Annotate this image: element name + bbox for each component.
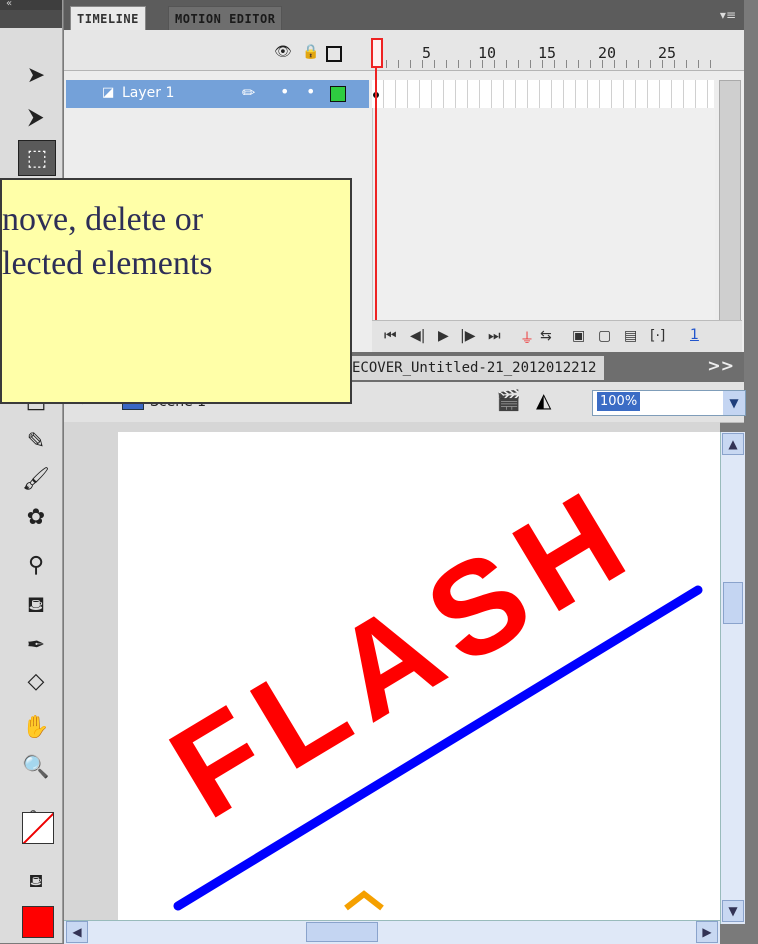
layer-row[interactable]: ◪ Layer 1 ✏ • • [66,80,369,108]
bone-tool-icon[interactable]: ⚲ [18,548,54,582]
outline-icon[interactable] [326,46,342,62]
more-tabs-button[interactable]: >> [707,356,734,375]
playhead-line [375,66,377,324]
frames-row[interactable] [372,80,714,109]
stage-artwork: FLASH [147,457,703,911]
layer-name[interactable]: Layer 1 [122,85,174,101]
stage-horizontal-scrollbar[interactable]: ◀ ▶ [64,920,720,944]
zoom-tool-icon[interactable]: 🔍 [18,750,54,784]
loop-icon[interactable]: ⇆ [540,328,552,344]
scroll-left-button[interactable]: ◀ [66,921,88,943]
layer-icon: ◪ [102,85,115,100]
panel-menu-icon[interactable]: ▾≡ [720,8,736,22]
selection-tool-icon[interactable]: ➤ [18,58,54,92]
zoom-select[interactable]: 100% ▼ [592,390,746,416]
prev-frame-icon[interactable]: ◀| [410,328,425,344]
zoom-value: 100% [597,392,641,411]
lock-icon[interactable]: 🔒 [302,44,319,60]
first-frame-icon[interactable]: ⏮ [384,328,397,344]
timeline-scrollbar[interactable] [719,80,741,334]
callout-line-2: lected elements [2,245,213,282]
hand-tool-icon[interactable]: ✋ [18,710,54,744]
tools-panel-bar [0,10,62,28]
edit-symbols-icon[interactable]: ◭ [536,388,551,412]
tab-timeline[interactable]: TIMELINE [70,6,146,31]
scroll-up-button[interactable]: ▲ [722,433,744,455]
play-icon[interactable]: ▶ [438,328,449,344]
chevron-down-icon[interactable]: ▼ [723,391,745,415]
last-frame-icon[interactable]: ⏭ [488,328,501,344]
tools-panel-header: « [0,0,62,10]
fill-bucket-icon: ⛾ [28,871,44,892]
eyedropper-tool-icon[interactable]: ✒ [18,628,54,662]
subselection-tool-icon[interactable]: ⮞ [18,100,54,134]
next-frame-icon[interactable]: |▶ [460,328,475,344]
callout-text: nove, delete or lected elements [2,198,213,286]
free-transform-tool-icon[interactable]: ⬚ [18,140,56,176]
document-tab[interactable]: ECOVER_Untitled-21_2012012212 [344,356,605,380]
frames-area [372,108,715,320]
stroke-color-swatch[interactable] [22,812,54,844]
callout-box: nove, delete or lected elements [0,178,352,404]
onion-outlines-icon[interactable]: ▢ [598,328,611,344]
lock-dot[interactable]: • [306,82,315,101]
visibility-dot[interactable]: • [280,82,289,101]
eraser-tool-icon[interactable]: ◇ [18,664,54,698]
stage-vertical-scrollbar[interactable]: ▲ ▼ [720,432,745,924]
stage[interactable]: FLASH [118,432,720,922]
center-frame-icon[interactable]: ⏚ [520,328,534,348]
onion-markers-icon[interactable]: [·] [650,328,665,344]
scroll-right-button[interactable]: ▶ [696,921,718,943]
tab-motion-editor[interactable]: MOTION EDITOR [168,6,283,32]
deco-tool-icon[interactable]: ✿ [18,500,54,534]
timeline-tab-bar: TIMELINE MOTION EDITOR ▾≡ [64,0,744,32]
scroll-down-button[interactable]: ▼ [722,900,744,922]
horizontal-scroll-thumb[interactable] [306,922,378,942]
edit-scene-icon[interactable]: 🎬 [496,388,521,412]
edit-multiple-icon[interactable]: ▤ [624,328,637,344]
playhead[interactable] [371,38,383,68]
registration-marker [344,890,384,911]
fill-color-swatch[interactable] [22,906,54,938]
pencil-tool-icon[interactable]: ✎ [18,424,54,458]
onion-skin-icon[interactable]: ▣ [572,328,585,344]
layer-color-box[interactable] [330,86,346,102]
eye-icon[interactable]: 👁 [274,44,292,60]
brush-tool-icon[interactable]: 🖌 [18,462,54,496]
flash-text[interactable]: FLASH [147,457,660,846]
pencil-icon: ✏ [242,83,256,102]
tools-panel: « ➤ ⮞ ⬚ ▭ ✎ 🖌 ✿ ⚲ ⛾ ✒ ◇ ✋ 🔍 ✎ ⛾ [0,0,63,943]
frame-counter: 1 [690,327,699,343]
collapse-icon[interactable]: « [6,0,12,9]
frame-ruler [374,60,714,68]
timeline-controls: ⏮ ◀| ▶ |▶ ⏭ ⏚ ⇆ ▣ ▢ ▤ [·] 1 [372,320,742,353]
vertical-scroll-thumb[interactable] [723,582,743,624]
paint-bucket-tool-icon[interactable]: ⛾ [18,590,54,624]
callout-line-1: nove, delete or [2,201,204,238]
